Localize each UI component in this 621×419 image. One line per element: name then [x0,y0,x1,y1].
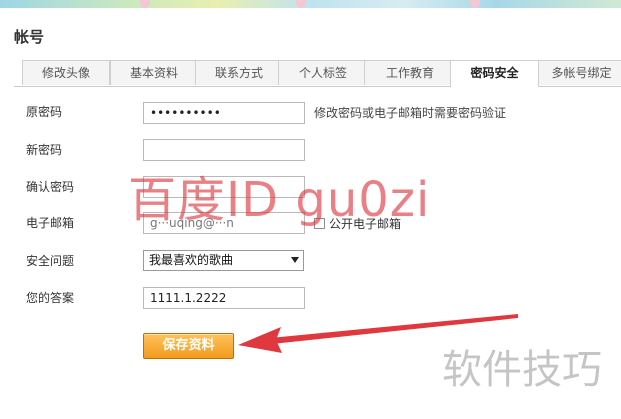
corner-watermark: 软件技巧 [442,347,602,393]
